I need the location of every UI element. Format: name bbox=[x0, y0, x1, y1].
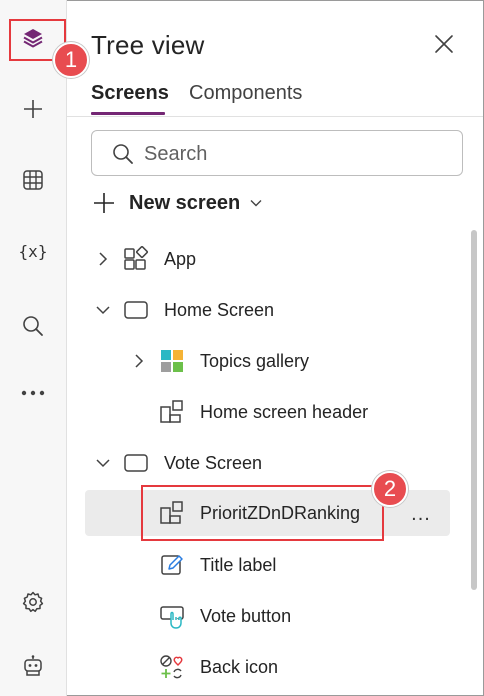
tree-item-label: Back icon bbox=[200, 657, 279, 677]
chevron-right-icon[interactable] bbox=[131, 353, 147, 369]
plus-icon bbox=[24, 100, 42, 118]
tree-item-app[interactable]: App bbox=[85, 236, 450, 282]
copilot-icon bbox=[24, 655, 42, 676]
button-icon bbox=[160, 606, 184, 629]
screen-icon bbox=[124, 301, 148, 319]
search-rail-button[interactable] bbox=[10, 306, 56, 346]
tree-item-home-screen[interactable]: Home Screen bbox=[85, 287, 450, 333]
tree-item-label: Topics gallery bbox=[200, 351, 310, 371]
search-placeholder: Search bbox=[144, 143, 208, 165]
new-screen-label: New screen bbox=[129, 191, 241, 214]
left-rail: {x} bbox=[0, 0, 67, 696]
insert-rail-button[interactable] bbox=[10, 89, 56, 129]
label-icon bbox=[161, 555, 183, 575]
table-icon bbox=[23, 170, 43, 190]
callout-badge-1: 1 bbox=[53, 42, 89, 78]
search-icon bbox=[23, 316, 43, 336]
gallery-icon bbox=[161, 350, 183, 372]
tree-item-home-screen-header[interactable]: Home screen header bbox=[85, 389, 450, 435]
more-options-button[interactable]: ... bbox=[408, 501, 434, 527]
close-button[interactable] bbox=[430, 30, 458, 58]
tabs-divider bbox=[67, 116, 483, 117]
tree-item-vote-button[interactable]: Vote button bbox=[85, 593, 450, 639]
tree-item-topics-gallery[interactable]: Topics gallery bbox=[85, 338, 450, 384]
tree-item-label: App bbox=[164, 249, 197, 269]
search-input[interactable]: Search bbox=[91, 130, 463, 176]
data-rail-button[interactable] bbox=[10, 160, 56, 200]
panel-title: Tree view bbox=[91, 30, 205, 60]
chevron-down-icon bbox=[250, 200, 262, 207]
screen-icon bbox=[124, 454, 148, 472]
variables-icon: {x} bbox=[18, 241, 48, 261]
more-icon bbox=[21, 390, 45, 396]
tab-screens[interactable]: Screens bbox=[91, 82, 169, 105]
chevron-right-icon[interactable] bbox=[95, 251, 111, 267]
tree-item-label: Home screen header bbox=[200, 402, 369, 422]
close-icon bbox=[435, 35, 453, 53]
variables-rail-button[interactable]: {x} bbox=[10, 231, 56, 271]
callout-highlight-2 bbox=[141, 485, 384, 541]
tree-item-label: Vote button bbox=[200, 606, 292, 626]
tree-item-title-label[interactable]: Title label bbox=[85, 542, 450, 588]
tree-item-label: Vote Screen bbox=[164, 453, 263, 473]
copilot-rail-button[interactable] bbox=[10, 646, 56, 686]
search-icon bbox=[113, 144, 133, 164]
active-tab-indicator bbox=[91, 112, 165, 115]
tree-scrollbar[interactable] bbox=[471, 230, 477, 590]
tree-item-label: Title label bbox=[200, 555, 277, 575]
callout-badge-2: 2 bbox=[372, 471, 408, 507]
tree-item-back-icon[interactable]: Back icon bbox=[85, 644, 450, 690]
settings-rail-button[interactable] bbox=[10, 582, 56, 622]
more-icon: ... bbox=[411, 502, 431, 525]
new-screen-button[interactable]: New screen bbox=[93, 188, 262, 218]
more-rail-button[interactable] bbox=[10, 373, 56, 413]
app-icon bbox=[124, 246, 148, 270]
tab-components[interactable]: Components bbox=[189, 82, 302, 105]
chevron-down-icon[interactable] bbox=[95, 302, 111, 318]
settings-icon bbox=[22, 591, 44, 613]
container-icon bbox=[160, 400, 183, 423]
tree-item-label: Home Screen bbox=[164, 300, 275, 320]
plus-icon bbox=[94, 193, 114, 213]
chevron-down-icon[interactable] bbox=[95, 455, 111, 471]
icon-control-icon bbox=[160, 655, 183, 679]
